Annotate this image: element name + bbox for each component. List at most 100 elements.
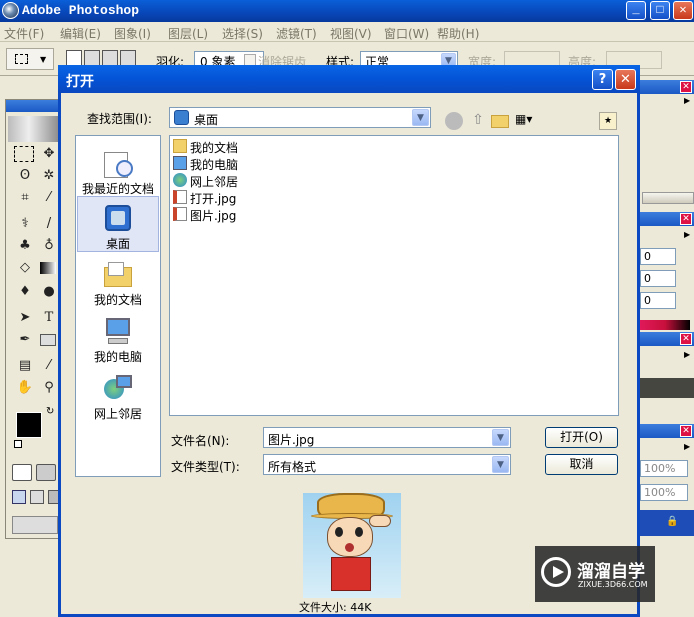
back-icon[interactable] bbox=[445, 112, 463, 130]
quick-mask-icon[interactable] bbox=[36, 464, 56, 481]
eraser-icon[interactable]: ◇ bbox=[14, 258, 36, 278]
dodge-icon[interactable]: ● bbox=[38, 282, 60, 302]
new-selection-icon[interactable] bbox=[66, 50, 82, 66]
watermark-url: ZIXUE.3D66.COM bbox=[578, 580, 648, 589]
jump-to-imageready-icon[interactable] bbox=[12, 516, 58, 534]
subtract-selection-icon[interactable] bbox=[102, 50, 118, 66]
panel-close-icon[interactable]: ✕ bbox=[680, 425, 692, 437]
place-network[interactable]: 网上邻居 bbox=[77, 367, 159, 423]
image-file-icon bbox=[173, 207, 187, 221]
right-panels: ✕ ▶ ✕ ▶ 0 0 0 ✕ ▶ ✕ ▶ 100% 100% 🔒 bbox=[640, 78, 694, 617]
menu-window[interactable]: 窗口(W) bbox=[384, 25, 429, 42]
new-folder-icon[interactable] bbox=[491, 115, 509, 128]
screen-mode-standard-icon[interactable] bbox=[12, 490, 26, 504]
panel-menu-icon[interactable]: ▶ bbox=[684, 230, 690, 239]
image-file-icon bbox=[173, 190, 187, 204]
panel-close-icon[interactable]: ✕ bbox=[680, 81, 692, 93]
photoshop-eye-icon[interactable] bbox=[8, 116, 60, 142]
menu-bar: 文件(F) 编辑(E) 图象(I) 图层(L) 选择(S) 滤镜(T) 视图(V… bbox=[0, 22, 694, 42]
dialog-close-button[interactable]: ✕ bbox=[615, 69, 636, 90]
panel-close-icon[interactable]: ✕ bbox=[680, 213, 692, 225]
path-select-icon[interactable]: ➤ bbox=[14, 308, 36, 328]
favorites-icon[interactable]: ★ bbox=[599, 112, 617, 130]
color-value-input[interactable]: 0 bbox=[640, 292, 676, 309]
image-preview bbox=[303, 493, 401, 598]
place-recent[interactable]: 我最近的文档 bbox=[77, 142, 159, 198]
shape-icon[interactable] bbox=[40, 334, 56, 346]
menu-filter[interactable]: 滤镜(T) bbox=[276, 25, 317, 42]
red-vest bbox=[331, 557, 371, 591]
default-colors-icon[interactable] bbox=[14, 440, 22, 448]
lookin-select[interactable]: 桌面 ▼ bbox=[169, 107, 431, 128]
fill-input[interactable]: 100% bbox=[640, 484, 688, 501]
menu-layer[interactable]: 图层(L) bbox=[168, 25, 208, 42]
color-ramp[interactable] bbox=[640, 320, 690, 330]
menu-file[interactable]: 文件(F) bbox=[4, 25, 44, 42]
intersect-selection-icon[interactable] bbox=[120, 50, 136, 66]
standard-mode-icon[interactable] bbox=[12, 464, 32, 481]
file-list: 我的文档 我的电脑 网上邻居 打开.jpg 图片.jpg bbox=[169, 135, 619, 416]
panel-menu-icon[interactable]: ▶ bbox=[684, 96, 690, 105]
menu-image[interactable]: 图象(I) bbox=[114, 25, 151, 42]
slice-icon[interactable]: ⁄ bbox=[38, 188, 60, 208]
swap-colors-icon[interactable]: ↻ bbox=[46, 406, 54, 417]
maximize-icon[interactable]: □ bbox=[650, 1, 670, 20]
cancel-button[interactable]: 取消 bbox=[545, 454, 618, 475]
filetype-select[interactable]: 所有格式 ▼ bbox=[263, 454, 511, 475]
brush-icon[interactable]: / bbox=[38, 214, 60, 234]
place-my-documents[interactable]: 我的文档 bbox=[77, 253, 159, 309]
view-menu-icon[interactable]: ▦▾ bbox=[515, 112, 539, 130]
close-icon[interactable]: ✕ bbox=[673, 1, 693, 20]
marquee-preset-picker[interactable]: ▼ bbox=[6, 48, 54, 70]
type-tool-icon[interactable]: T bbox=[38, 308, 60, 328]
move-tool-icon[interactable]: ✥ bbox=[38, 144, 60, 164]
desktop-icon bbox=[174, 110, 189, 125]
healing-brush-icon[interactable]: ⚕ bbox=[14, 214, 36, 234]
dialog-title: 打开 bbox=[66, 74, 94, 90]
stamp-icon[interactable]: ♣ bbox=[14, 236, 36, 256]
help-button[interactable]: ? bbox=[592, 69, 613, 90]
panel-header-layers: ✕ bbox=[640, 424, 694, 438]
blur-icon[interactable]: ♦ bbox=[14, 282, 36, 302]
panel-header-navigator: ✕ bbox=[640, 80, 694, 94]
menu-select[interactable]: 选择(S) bbox=[222, 25, 263, 42]
filename-input[interactable]: 图片.jpg ▼ bbox=[263, 427, 511, 448]
menu-view[interactable]: 视图(V) bbox=[330, 25, 372, 42]
lasso-icon[interactable]: ʘ bbox=[14, 166, 36, 186]
filename-label: 文件名(N): bbox=[171, 434, 230, 448]
open-button[interactable]: 打开(O) bbox=[545, 427, 618, 448]
notes-icon[interactable]: ▤ bbox=[14, 356, 36, 376]
pen-icon[interactable]: ✒ bbox=[14, 330, 36, 350]
up-folder-icon[interactable]: ⇧ bbox=[469, 112, 487, 130]
hand-icon[interactable]: ✋ bbox=[14, 378, 36, 398]
menu-help[interactable]: 帮助(H) bbox=[437, 25, 479, 42]
add-selection-icon[interactable] bbox=[84, 50, 100, 66]
menu-edit[interactable]: 编辑(E) bbox=[60, 25, 101, 42]
layer-row-selected[interactable]: 🔒 bbox=[640, 510, 694, 536]
opacity-input[interactable]: 100% bbox=[640, 460, 688, 477]
toolbox: ✥ ʘ ✲ ⌗ ⁄ ⚕ / ♣ ♁ ◇ ♦ ● ➤ T ✒ ▤ ⁄ ✋ ⚲ ↻ bbox=[5, 99, 63, 539]
magic-wand-icon[interactable]: ✲ bbox=[38, 166, 60, 186]
chevron-down-icon: ▼ bbox=[492, 456, 509, 473]
place-my-computer[interactable]: 我的电脑 bbox=[77, 310, 159, 366]
minimize-icon[interactable]: _ bbox=[626, 1, 646, 20]
panel-menu-icon[interactable]: ▶ bbox=[684, 442, 690, 451]
gradient-icon[interactable] bbox=[40, 262, 56, 274]
watermark-title: 溜溜自学 bbox=[577, 562, 645, 582]
rectangular-marquee-icon[interactable] bbox=[14, 146, 34, 162]
computer-icon bbox=[102, 316, 134, 346]
color-value-input[interactable]: 0 bbox=[640, 248, 676, 265]
panel-menu-icon[interactable]: ▶ bbox=[684, 350, 690, 359]
color-value-input[interactable]: 0 bbox=[640, 270, 676, 287]
place-desktop[interactable]: 桌面 bbox=[77, 196, 159, 252]
crop-icon[interactable]: ⌗ bbox=[14, 188, 36, 208]
eyedropper-icon[interactable]: ⁄ bbox=[38, 356, 60, 376]
history-brush-icon[interactable]: ♁ bbox=[38, 236, 60, 256]
network-icon bbox=[173, 173, 187, 187]
filesize-text: 文件大小: 44K bbox=[299, 601, 372, 614]
foreground-color-swatch[interactable] bbox=[16, 412, 42, 438]
screen-mode-menu-icon[interactable] bbox=[30, 490, 44, 504]
panel-close-icon[interactable]: ✕ bbox=[680, 333, 692, 345]
zoom-icon[interactable]: ⚲ bbox=[38, 378, 60, 398]
panel-tabs[interactable] bbox=[642, 192, 694, 204]
